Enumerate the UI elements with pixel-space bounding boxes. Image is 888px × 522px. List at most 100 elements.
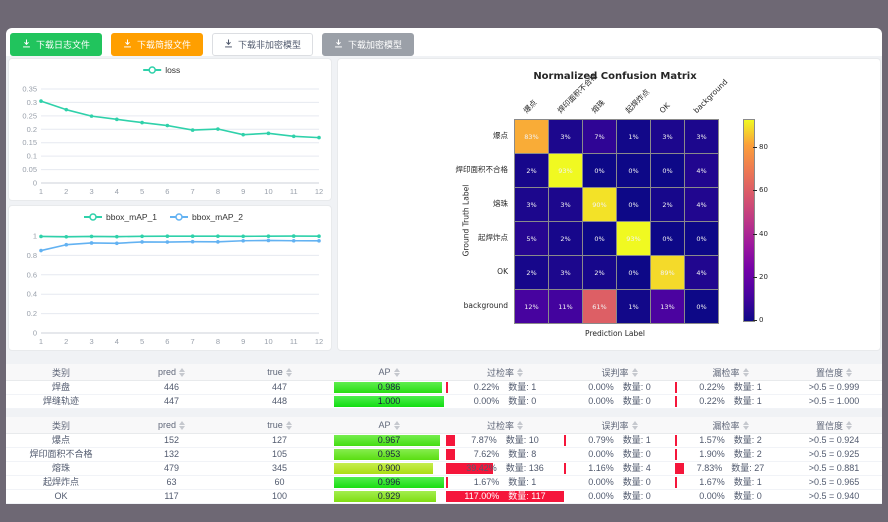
svg-text:0: 0 [33,179,37,188]
download-button-2[interactable]: 下载非加密模型 [212,33,313,56]
legend-item-bbox_mAP_1[interactable]: bbox_mAP_1 [84,212,157,222]
sort-caret-icon[interactable] [517,421,523,430]
svg-text:12: 12 [315,187,323,196]
sort-desc-icon [846,373,852,377]
sort-caret-icon[interactable] [394,421,400,430]
matrix-cell: 3% [549,120,582,153]
ap-bar-wrap: 0.967 [334,435,444,446]
column-header-1[interactable]: pred [116,417,227,434]
missed-rate-percent: 0.22% [699,396,725,406]
sort-asc-icon [846,421,852,425]
matrix-cell: 0% [651,222,684,255]
confidence-cell: >0.5 = 0.924 [786,434,882,448]
table-row: OK1171000.929117.00%数量: 1170.00%数量: 00.0… [6,490,882,504]
matrix-cell: 0% [617,154,650,187]
download-icon [224,39,233,50]
missed-rate-bar [675,463,684,474]
svg-text:bbox_mAP_2: bbox_mAP_2 [192,212,243,222]
column-header-7[interactable]: 置信度 [786,417,882,434]
column-header-1[interactable]: pred [116,364,227,381]
column-header-3[interactable]: AP [332,364,446,381]
download-button-1[interactable]: 下载简报文件 [111,33,203,56]
misjudge-rate-cell: 0.00%数量: 0 [564,395,675,409]
svg-text:9: 9 [241,187,245,196]
sort-caret-icon[interactable] [846,421,852,430]
overdetect-rate-bar [446,382,448,393]
matrix-cell: 3% [549,256,582,289]
sort-caret-icon[interactable] [286,368,292,377]
legend-item-loss[interactable]: loss [143,65,180,75]
sort-caret-icon[interactable] [632,421,638,430]
missed-rate-count: 数量: 2 [734,435,762,445]
column-header-4[interactable]: 过检率 [446,417,564,434]
sort-asc-icon [743,421,749,425]
overdetect-rate-text: 117.00%数量: 117 [464,491,545,501]
column-header-label: true [267,367,283,377]
legend-item-bbox_mAP_2[interactable]: bbox_mAP_2 [170,212,243,222]
sort-caret-icon[interactable] [179,421,185,430]
overdetect-rate-count: 数量: 0 [508,396,536,406]
true-count-cell: 100 [227,490,332,504]
missed-rate-percent: 7.83% [697,463,723,473]
download-button-0[interactable]: 下载日志文件 [10,33,102,56]
column-header-3[interactable]: AP [332,417,446,434]
loss-chart-card: 00.050.10.150.20.250.30.3512345678910111… [8,58,332,201]
sort-caret-icon[interactable] [179,368,185,377]
download-button-3[interactable]: 下载加密模型 [322,33,414,56]
ap-cell: 0.929 [332,490,446,504]
misjudge-rate-count: 数量: 0 [623,491,651,501]
column-header-7[interactable]: 置信度 [786,364,882,381]
svg-text:0.3: 0.3 [27,98,37,107]
matrix-row-label: 焊印面积不合格 [338,165,508,174]
ap-cell: 0.900 [332,462,446,476]
confusion-matrix-card: Normalized Confusion Matrix Ground Truth… [337,58,881,351]
column-header-label: 置信度 [816,419,843,432]
column-header-2[interactable]: true [227,417,332,434]
sort-desc-icon [179,426,185,430]
overdetect-rate-percent: 0.00% [474,396,500,406]
column-header-6[interactable]: 漏检率 [675,417,786,434]
sort-caret-icon[interactable] [394,368,400,377]
overdetect-rate-text: 0.00% 数量: 0 [474,396,537,406]
overdetect-rate-cell: 1.67%数量: 1 [446,476,564,490]
column-header-5[interactable]: 误判率 [564,417,675,434]
ap-cell: 0.967 [332,434,446,448]
overdetect-rate-cell: 0.22%数量: 1 [446,381,564,395]
svg-text:0.25: 0.25 [22,111,37,120]
ap-bar-wrap: 0.986 [334,382,444,393]
misjudge-rate-text: 0.00%数量: 0 [588,477,651,487]
misjudge-rate-cell: 0.00%数量: 0 [564,381,675,395]
overdetect-rate-text: 7.87%数量: 10 [471,435,539,445]
svg-text:0.2: 0.2 [27,309,37,318]
metrics-tables-region: 类别predtrueAP过检率误判率漏检率置信度焊盘4464470.9860.2… [6,360,882,500]
missed-rate-bar [675,396,677,407]
sort-caret-icon[interactable] [286,421,292,430]
sort-caret-icon[interactable] [517,368,523,377]
misjudge-rate-count: 数量: 0 [623,382,651,392]
misjudge-rate-count: 数量: 0 [623,396,651,406]
download-button-label: 下载简报文件 [137,38,191,51]
misjudge-rate-cell: 1.16%数量: 4 [564,462,675,476]
sort-caret-icon[interactable] [743,421,749,430]
download-icon [334,39,343,50]
svg-text:0.8: 0.8 [27,251,37,260]
column-header-5[interactable]: 误判率 [564,364,675,381]
svg-text:3: 3 [89,187,93,196]
sort-desc-icon [846,426,852,430]
table-row: 焊盘4464470.9860.22%数量: 10.00%数量: 00.22%数量… [6,381,882,395]
sort-caret-icon[interactable] [846,368,852,377]
column-header-2[interactable]: true [227,364,332,381]
ap-value: 0.953 [334,449,444,460]
column-header-6[interactable]: 漏检率 [675,364,786,381]
matrix-col-label: 熔珠 [590,98,607,115]
loss-line-chart: 00.050.10.150.20.250.30.3512345678910111… [9,59,331,200]
column-header-label: AP [378,367,390,377]
misjudge-rate-text: 0.00%数量: 0 [588,449,651,459]
sort-caret-icon[interactable] [632,368,638,377]
true-count-cell: 345 [227,462,332,476]
sort-caret-icon[interactable] [743,368,749,377]
sort-desc-icon [517,426,523,430]
matrix-cell: 4% [685,188,718,221]
missed-rate-count: 数量: 1 [734,382,762,392]
column-header-4[interactable]: 过检率 [446,364,564,381]
